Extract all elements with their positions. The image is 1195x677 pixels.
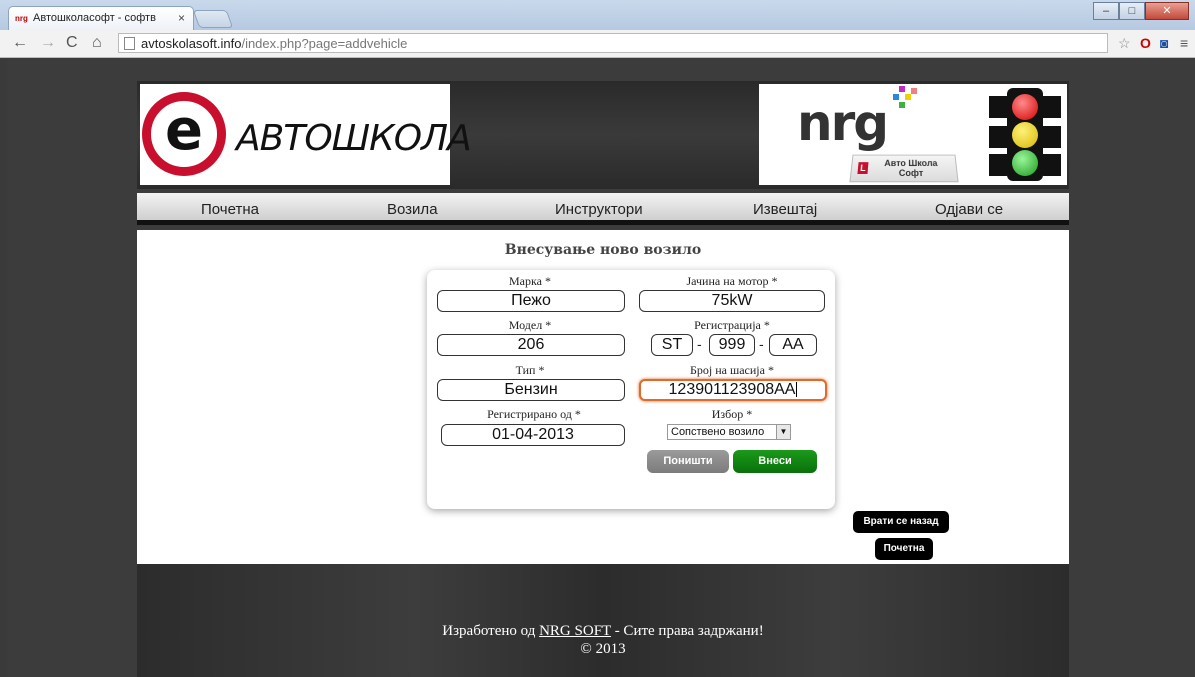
url-path: /index.php?page=addvehicle: [241, 36, 408, 51]
chassis-value: 123901123908AA: [668, 381, 796, 398]
registration-dash: -: [697, 336, 702, 352]
type-label: Тип *: [515, 363, 545, 377]
back-button[interactable]: Врати се назад: [853, 511, 949, 533]
brand-label: Марка *: [509, 274, 551, 288]
type-input[interactable]: Бензин: [437, 379, 625, 401]
site-header: e АВТОШКОЛА nrg L Авто Школа Софт: [137, 81, 1069, 189]
registration-city-input[interactable]: ST: [651, 334, 693, 356]
browser-tab[interactable]: nrg Автошколасофт - софтв ×: [8, 6, 194, 30]
engine-input[interactable]: 75kW: [639, 290, 825, 312]
page-icon: [124, 37, 135, 50]
footer-text: Изработено од NRG SOFT - Сите права задр…: [137, 622, 1069, 658]
back-arrow-icon[interactable]: ←: [12, 34, 28, 52]
badge-text: Авто Школа Софт: [884, 158, 938, 179]
submit-button[interactable]: Внеси: [733, 450, 817, 473]
tab-title: Автошколасофт - софтв: [33, 12, 156, 24]
l-plate-icon: L: [857, 162, 869, 174]
model-input[interactable]: 206: [437, 334, 625, 356]
choice-select-value: Сопствено возило: [671, 426, 765, 438]
nav-item-vehicles[interactable]: Возила: [387, 201, 438, 218]
registered-label: Регистрирано од *: [487, 407, 581, 421]
footer-link-nrg-soft[interactable]: NRG SOFT: [539, 623, 611, 639]
registration-label: Регистрација *: [694, 318, 770, 332]
nrg-logo: nrg L Авто Школа Софт: [759, 84, 1067, 185]
extension-icon[interactable]: ◙: [1160, 35, 1168, 51]
nav-item-home[interactable]: Почетна: [201, 201, 259, 218]
model-label: Модел *: [508, 318, 552, 332]
opera-extension-icon[interactable]: O: [1140, 35, 1151, 51]
footer-suffix: - Сите права задржани!: [614, 623, 764, 639]
registration-dash: -: [759, 336, 764, 352]
address-bar: ← → C ⌂ avtoskolasoft.info/index.php?pag…: [0, 30, 1195, 58]
dropdown-arrow-icon[interactable]: ▼: [776, 425, 790, 439]
site-container: e АВТОШКОЛА nrg L Авто Школа Софт Почетн…: [137, 81, 1069, 677]
footer-copyright: © 2013: [580, 641, 626, 657]
engine-label: Јачина на мотор *: [686, 274, 778, 288]
page-viewport: e АВТОШКОЛА nrg L Авто Школа Софт Почетн…: [7, 59, 1195, 677]
traffic-light-icon: [989, 88, 1061, 181]
site-favicon-icon: nrg: [15, 14, 28, 23]
menu-icon[interactable]: ≡: [1180, 35, 1188, 51]
logo-text: АВТОШКОЛА: [236, 118, 472, 159]
bookmark-star-icon[interactable]: ☆: [1118, 35, 1131, 52]
registration-number-input[interactable]: 999: [709, 334, 755, 356]
new-tab-button[interactable]: [192, 10, 234, 28]
main-nav: Почетна Возила Инструктори Извештај Одја…: [137, 193, 1069, 225]
cancel-button[interactable]: Поништи: [647, 450, 729, 473]
url-input[interactable]: avtoskolasoft.info/index.php?page=addveh…: [118, 33, 1108, 53]
chassis-input[interactable]: 123901123908AA: [639, 379, 827, 401]
form-title: Внесување ново возило: [504, 242, 702, 258]
chassis-label: Број на шасија *: [690, 363, 774, 377]
home-icon[interactable]: ⌂: [92, 34, 102, 52]
choice-label: Избор *: [711, 407, 753, 421]
nav-item-instructors[interactable]: Инструктори: [555, 201, 643, 218]
autoskola-soft-badge: L Авто Школа Софт: [849, 154, 959, 183]
registered-date-input[interactable]: 01-04-2013: [441, 424, 625, 446]
choice-select[interactable]: Сопствено возило ▼: [667, 424, 791, 440]
registration-letters-input[interactable]: AA: [769, 334, 817, 356]
autoskola-logo[interactable]: e АВТОШКОЛА: [140, 84, 472, 185]
text-caret: [796, 382, 798, 398]
footer-prefix: Изработено од: [442, 623, 536, 639]
tab-close-icon[interactable]: ×: [178, 11, 185, 25]
url-host: avtoskolasoft.info: [141, 36, 242, 51]
nav-item-logout[interactable]: Одјави се: [935, 201, 1003, 218]
window-close-icon[interactable]: ✕: [1145, 2, 1189, 20]
main-content: Внесување ново возило Марка * Јачина на …: [137, 230, 1069, 564]
maximize-icon[interactable]: □: [1119, 2, 1145, 20]
brand-input[interactable]: Пежо: [437, 290, 625, 312]
forward-arrow-icon[interactable]: →: [40, 34, 56, 52]
e-logo-icon: e: [142, 92, 226, 176]
window-controls: – □ ✕: [1093, 2, 1189, 20]
home-button[interactable]: Почетна: [875, 538, 933, 560]
reload-icon[interactable]: C: [66, 34, 78, 52]
site-footer: Изработено од NRG SOFT - Сите права задр…: [137, 564, 1069, 677]
browser-titlebar: nrg Автошколасофт - софтв × – □ ✕: [0, 0, 1195, 30]
nrg-dots-icon: [889, 84, 919, 114]
nrg-brand-text: nrg: [797, 94, 889, 152]
minimize-icon[interactable]: –: [1093, 2, 1119, 20]
nav-item-report[interactable]: Извештај: [753, 201, 817, 218]
add-vehicle-form: Марка * Јачина на мотор * Пежо 75kW Моде…: [427, 270, 835, 509]
